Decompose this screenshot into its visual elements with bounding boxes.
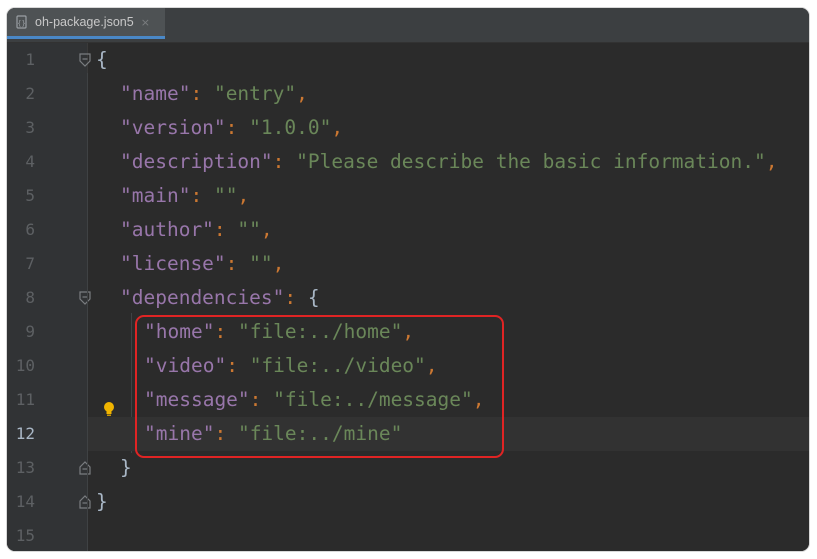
line-number-active: 12 bbox=[15, 424, 35, 443]
code-line-3: "version": "1.0.0", bbox=[88, 111, 809, 145]
colon: : bbox=[272, 150, 285, 173]
colon: : bbox=[225, 252, 238, 275]
json-key: "video" bbox=[144, 354, 227, 377]
json-string-value: "file:../home" bbox=[237, 320, 403, 343]
colon: : bbox=[249, 388, 262, 411]
comma: , bbox=[260, 218, 273, 241]
line-number: 10 bbox=[15, 356, 35, 375]
tab-label: oh-package.json5 bbox=[35, 15, 134, 29]
json-key: "description" bbox=[120, 150, 273, 173]
editor-window: {} oh-package.json5 × 1 2 3 4 5 6 7 8 9 … bbox=[7, 8, 809, 551]
close-icon[interactable]: × bbox=[141, 16, 150, 29]
json-string-value: "file:../video" bbox=[249, 354, 426, 377]
json-key: "author" bbox=[120, 218, 214, 241]
colon: : bbox=[214, 320, 227, 343]
line-number: 4 bbox=[25, 152, 35, 171]
open-brace: { bbox=[307, 286, 320, 309]
close-brace: } bbox=[96, 490, 108, 513]
json-string-value: "entry" bbox=[213, 82, 297, 105]
colon: : bbox=[213, 218, 226, 241]
json5-file-icon: {} bbox=[15, 15, 29, 29]
code-line-9: "home": "file:../home", bbox=[88, 315, 809, 349]
colon: : bbox=[190, 184, 203, 207]
json-key: "home" bbox=[144, 320, 215, 343]
colon: : bbox=[226, 354, 238, 377]
line-number: 7 bbox=[25, 254, 35, 273]
line-number: 1 bbox=[25, 50, 35, 69]
json-key: "version" bbox=[120, 116, 226, 139]
line-number: 6 bbox=[25, 220, 35, 239]
code-line-5: "main": "", bbox=[88, 179, 809, 213]
line-number: 5 bbox=[25, 186, 35, 205]
code-line-7: "license": "", bbox=[88, 247, 809, 281]
json-string-value: "" bbox=[249, 252, 273, 275]
colon: : bbox=[284, 286, 297, 309]
json-string-value: "1.0.0" bbox=[249, 116, 332, 139]
code-line-2: "name": "entry", bbox=[88, 77, 809, 111]
code-line-12-current: "mine": "file:../mine" bbox=[88, 417, 809, 451]
line-number: 13 bbox=[15, 458, 35, 477]
comma: , bbox=[331, 116, 344, 139]
code-line-1: { bbox=[88, 43, 809, 77]
line-number: 3 bbox=[25, 118, 35, 137]
code-line-10: "video": "file:../video", bbox=[88, 349, 809, 383]
code-line-13: } bbox=[88, 451, 809, 485]
json-string-value: "" bbox=[237, 218, 261, 241]
json-key: "main" bbox=[120, 184, 191, 207]
open-brace: { bbox=[96, 48, 108, 71]
json-key: "name" bbox=[120, 82, 191, 105]
json-key: "mine" bbox=[144, 422, 215, 445]
code-line-14: } bbox=[88, 485, 809, 519]
json-key: "dependencies" bbox=[120, 286, 285, 309]
comma: , bbox=[402, 320, 415, 343]
comma: , bbox=[237, 184, 250, 207]
line-number: 11 bbox=[15, 390, 35, 409]
line-number: 2 bbox=[25, 84, 35, 103]
code-editor[interactable]: 1 2 3 4 5 6 7 8 9 10 11 12 13 14 15 {"n… bbox=[7, 43, 809, 551]
json-key: "message" bbox=[144, 388, 250, 411]
colon: : bbox=[190, 82, 203, 105]
tab-oh-package-json5[interactable]: {} oh-package.json5 × bbox=[7, 8, 165, 39]
tab-bar: {} oh-package.json5 × bbox=[7, 8, 809, 43]
comma: , bbox=[296, 82, 308, 105]
code-line-8: "dependencies": { bbox=[88, 281, 809, 315]
json-string-value: "file:../mine" bbox=[237, 422, 403, 445]
code-line-11: "message": "file:../message", bbox=[88, 383, 809, 417]
comma: , bbox=[425, 354, 438, 377]
line-number-gutter: 1 2 3 4 5 6 7 8 9 10 11 12 13 14 15 bbox=[7, 43, 91, 551]
close-brace: } bbox=[120, 456, 132, 479]
json-string-value: "" bbox=[213, 184, 238, 207]
json-string-value: "file:../message" bbox=[273, 388, 473, 411]
svg-text:{}: {} bbox=[17, 20, 25, 28]
comma: , bbox=[765, 150, 778, 173]
line-number: 9 bbox=[25, 322, 35, 341]
line-number: 8 bbox=[25, 288, 35, 307]
comma: , bbox=[272, 252, 285, 275]
comma: , bbox=[472, 388, 485, 411]
line-number: 14 bbox=[15, 492, 35, 511]
line-number: 15 bbox=[15, 526, 35, 545]
code-line-6: "author": "", bbox=[88, 213, 809, 247]
json-key: "license" bbox=[120, 252, 226, 275]
json-string-value: "Please describe the basic information." bbox=[296, 150, 766, 173]
colon: : bbox=[214, 422, 227, 445]
code-line-4: "description": "Please describe the basi… bbox=[88, 145, 809, 179]
colon: : bbox=[225, 116, 238, 139]
